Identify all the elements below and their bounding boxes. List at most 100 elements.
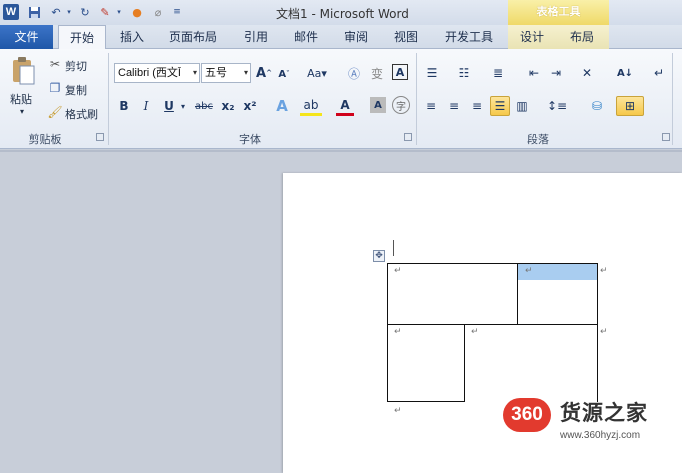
underline-dropdown-icon[interactable]: ▾: [178, 97, 188, 115]
highlight-color-icon[interactable]: ab: [300, 96, 322, 116]
ribbon-shadow: [0, 150, 682, 152]
change-case-button[interactable]: Aa ▾: [306, 64, 328, 82]
word-app-icon[interactable]: W: [3, 4, 19, 20]
change-case-label: Aa: [307, 66, 322, 80]
undo-dropdown-icon[interactable]: ▾: [64, 3, 74, 21]
title-bar: W ↶ ▾ ↻ ✎ ▾ ● ⌀ ≡ 文档1 - Microsoft Word 表…: [0, 0, 682, 25]
format-painter-icon[interactable]: 🖌: [47, 105, 62, 119]
chevron-down-icon: ▾: [192, 68, 197, 77]
paragraph-mark-icon: ↵: [394, 406, 402, 416]
text-effects-icon[interactable]: A: [272, 96, 292, 116]
font-size-value: 五号: [205, 67, 227, 79]
ribbon-home: 粘贴 ▾ ✂ 剪切 ❐ 复制 🖌 格式刷 剪贴板 Calibri (西文Ī ▾ …: [0, 49, 682, 149]
watermark-url: www.360hyzj.com: [560, 430, 641, 441]
font-color-icon[interactable]: A: [336, 96, 354, 116]
sort-icon[interactable]: A↓: [616, 64, 634, 82]
paragraph-mark-icon: ↵: [525, 266, 533, 276]
redo-icon[interactable]: ↻: [78, 3, 92, 21]
tab-file[interactable]: 文件: [0, 25, 53, 49]
tab-layout[interactable]: 布局: [562, 25, 602, 49]
paste-button[interactable]: 粘贴: [10, 91, 32, 107]
enclose-char-icon[interactable]: 字: [392, 96, 410, 114]
format-tool-icon[interactable]: ✎: [96, 3, 114, 21]
font-launcher-icon[interactable]: [404, 133, 412, 141]
erase-icon[interactable]: ⌀: [150, 3, 166, 21]
customize-qat-icon[interactable]: ≡: [170, 3, 184, 21]
underline-button[interactable]: U: [162, 97, 176, 115]
copy-button[interactable]: 复制: [65, 82, 87, 98]
grow-font-button[interactable]: A ^: [256, 64, 272, 82]
color-wheel-icon[interactable]: ●: [128, 3, 146, 21]
group-divider: [108, 53, 109, 145]
watermark-name: 货源之家: [560, 401, 648, 425]
copy-icon[interactable]: ❐: [48, 81, 62, 95]
shading-icon[interactable]: ⛁: [584, 97, 610, 115]
undo-icon[interactable]: ↶: [48, 3, 64, 21]
borders-icon[interactable]: ⊞: [616, 96, 644, 116]
superscript-button[interactable]: x²: [241, 97, 259, 115]
tab-developer[interactable]: 开发工具: [438, 25, 500, 49]
paragraph-group-label: 段落: [527, 133, 549, 146]
paste-icon[interactable]: [8, 55, 38, 87]
tab-review[interactable]: 审阅: [336, 25, 376, 49]
tab-view[interactable]: 视图: [386, 25, 426, 49]
multilevel-list-icon[interactable]: ≣: [488, 64, 508, 82]
tab-mailings[interactable]: 邮件: [286, 25, 326, 49]
cut-button[interactable]: 剪切: [65, 58, 87, 74]
table-tools-header: 表格工具: [508, 0, 609, 25]
char-shading-icon[interactable]: A: [370, 97, 386, 113]
tab-insert[interactable]: 插入: [112, 25, 152, 49]
watermark-logo: 360: [503, 398, 551, 432]
paste-dropdown-icon[interactable]: ▾: [20, 107, 24, 116]
paragraph-launcher-icon[interactable]: [662, 133, 670, 141]
strikethrough-button[interactable]: abc: [193, 97, 215, 115]
increase-indent-icon[interactable]: ⇥: [548, 64, 564, 82]
clipboard-group-label: 剪贴板: [28, 133, 62, 146]
phonetic-guide-icon[interactable]: 变: [368, 64, 386, 82]
format-tool-dropdown-icon[interactable]: ▾: [114, 3, 124, 21]
char-border-icon[interactable]: A: [392, 64, 408, 80]
font-name-combo[interactable]: Calibri (西文Ī ▾: [114, 63, 200, 83]
italic-button[interactable]: I: [139, 97, 153, 115]
tab-references[interactable]: 引用: [236, 25, 276, 49]
row-end-mark-icon: ↵: [600, 327, 608, 337]
shrink-font-button[interactable]: Aˇ: [276, 66, 292, 82]
asian-layout-icon[interactable]: ✕: [578, 64, 596, 82]
align-left-icon[interactable]: ≡: [423, 97, 439, 115]
font-name-value: Calibri (西文Ī: [118, 67, 181, 79]
align-center-icon[interactable]: ≡: [446, 97, 462, 115]
tab-home[interactable]: 开始: [58, 25, 106, 50]
format-painter-button[interactable]: 格式刷: [65, 106, 98, 122]
chevron-down-icon: ▾: [243, 68, 248, 77]
group-divider: [672, 53, 673, 145]
line-spacing-icon[interactable]: ↕≡: [544, 97, 570, 115]
window-title: 文档1 - Microsoft Word: [276, 7, 409, 21]
paragraph-mark-icon: ↵: [471, 327, 479, 337]
paragraph-mark-icon: ↵: [394, 327, 402, 337]
numbering-icon[interactable]: ☷: [454, 64, 474, 82]
bullets-icon[interactable]: ☰: [422, 64, 442, 82]
clear-format-icon[interactable]: Ⓐ: [346, 64, 362, 82]
clipboard-launcher-icon[interactable]: [96, 133, 104, 141]
grow-font-label: A: [256, 65, 267, 81]
scissors-icon[interactable]: ✂: [48, 57, 62, 71]
table-cell[interactable]: [387, 263, 518, 325]
paragraph-mark-icon: ↵: [394, 266, 402, 276]
font-group-label: 字体: [239, 133, 261, 146]
tab-page-layout[interactable]: 页面布局: [164, 25, 222, 49]
save-icon[interactable]: [26, 3, 42, 21]
bold-button[interactable]: B: [117, 97, 131, 115]
distributed-icon[interactable]: ▥: [514, 97, 530, 115]
ribbon-tab-row: 文件 开始 插入 页面布局 引用 邮件 审阅 视图 开发工具 设计 布局: [0, 25, 682, 50]
show-marks-icon[interactable]: ↵: [652, 64, 666, 82]
table-cell[interactable]: [464, 324, 598, 402]
shrink-font-label: A: [278, 68, 287, 80]
decrease-indent-icon[interactable]: ⇤: [526, 64, 542, 82]
tab-design[interactable]: 设计: [512, 25, 552, 49]
align-right-icon[interactable]: ≡: [469, 97, 485, 115]
group-divider: [416, 53, 417, 145]
table-move-handle-icon[interactable]: ✥: [373, 250, 385, 262]
subscript-button[interactable]: x₂: [219, 97, 237, 115]
font-size-combo[interactable]: 五号 ▾: [201, 63, 251, 83]
justify-icon[interactable]: ☰: [490, 96, 510, 116]
